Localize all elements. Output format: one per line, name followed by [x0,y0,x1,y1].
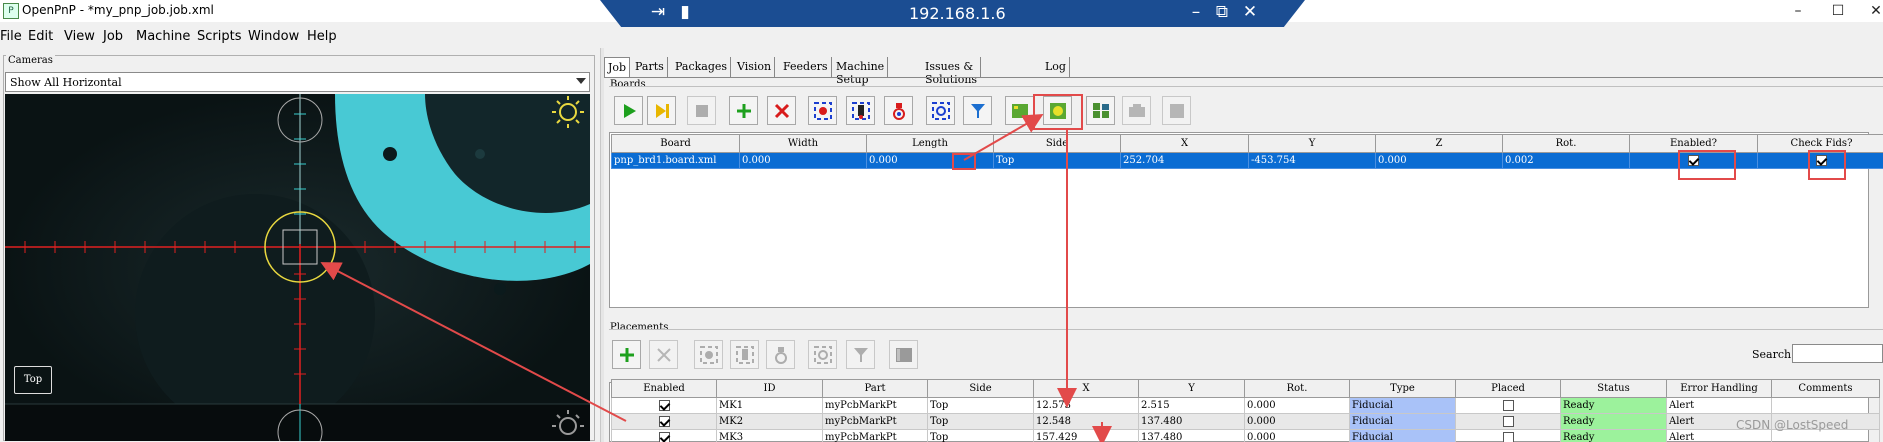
watermark: CSDN @LostSpeed [1736,418,1849,432]
annotation-arrows [320,113,1112,442]
